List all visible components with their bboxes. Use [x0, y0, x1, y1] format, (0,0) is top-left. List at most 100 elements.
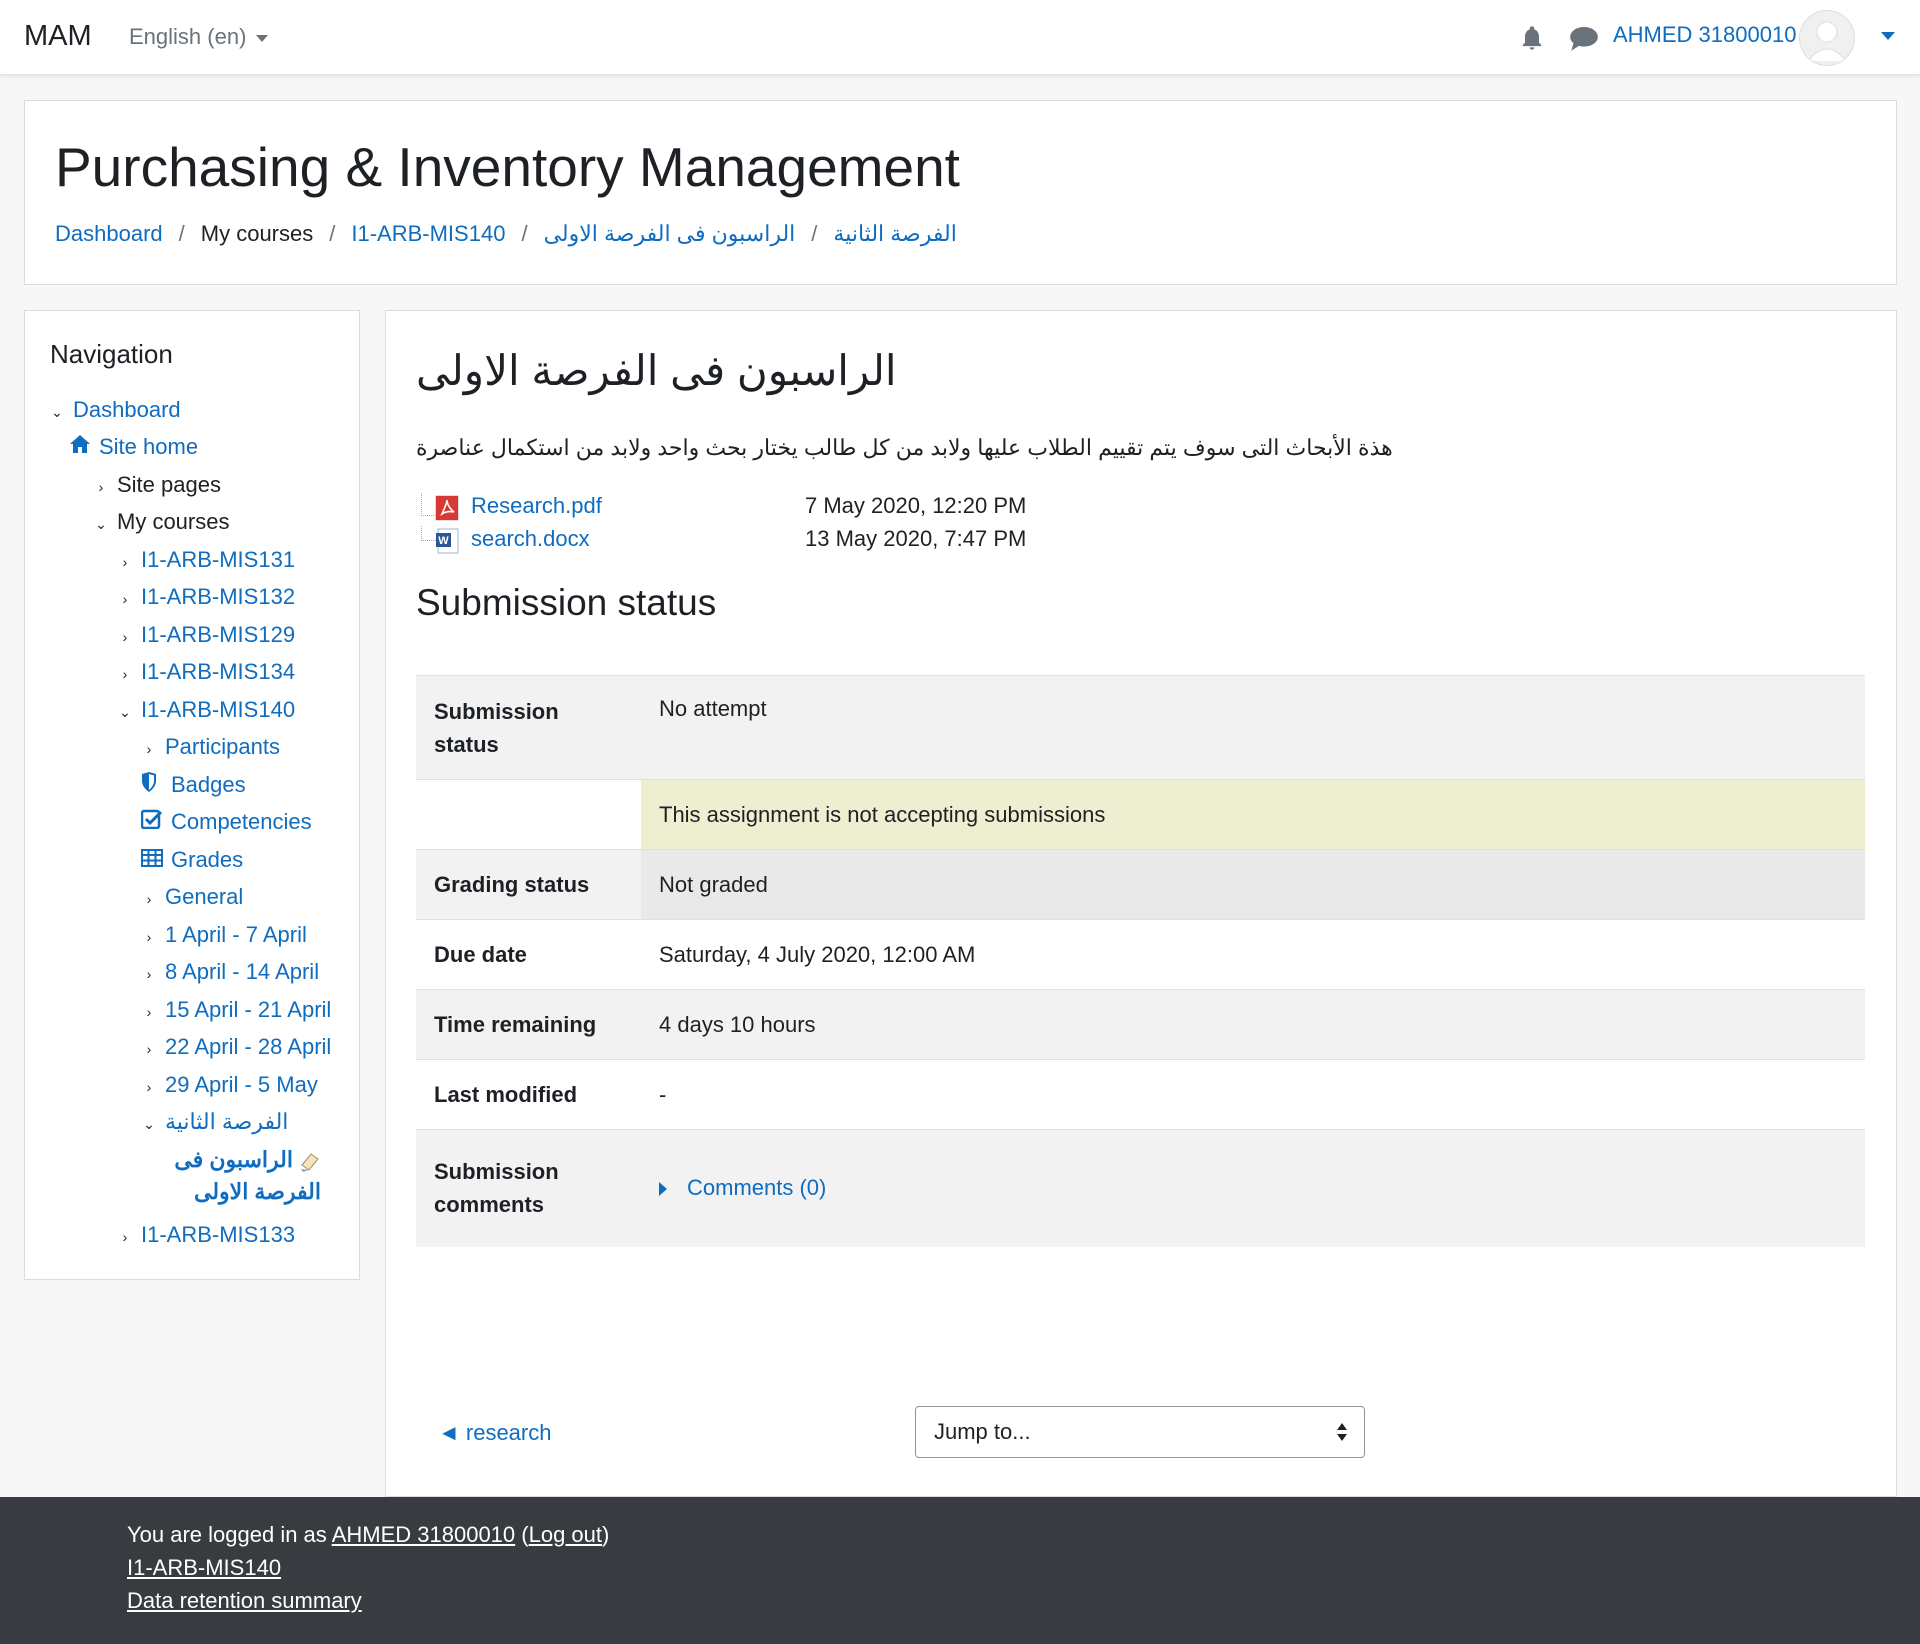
chevron-right-icon: ›	[146, 1079, 152, 1095]
not-accepting-notice: This assignment is not accepting submiss…	[641, 779, 1865, 850]
top-navbar: MAM English (en) AHMED 31800010	[0, 0, 1920, 75]
navigation-title: Navigation	[50, 339, 173, 369]
logout-link[interactable]: Log out	[529, 1522, 602, 1547]
chevron-right-icon: ›	[122, 629, 128, 645]
table-row: Due date Saturday, 4 July 2020, 12:00 AM	[416, 919, 1865, 990]
chevron-right-icon: ›	[146, 929, 152, 945]
chevron-right-icon: ›	[98, 479, 104, 495]
row-value: No attempt	[641, 675, 1865, 780]
nav-item-section-current[interactable]: ⌄ الفرصة الثانية	[141, 1107, 288, 1137]
user-menu-chevron-icon[interactable]	[1881, 32, 1895, 40]
caret-right-icon	[659, 1182, 667, 1197]
row-label: Last modified	[416, 1059, 641, 1130]
page-header: Purchasing & Inventory Management Dashbo…	[24, 100, 1897, 285]
user-avatar[interactable]	[1799, 10, 1855, 66]
nav-item-course-current[interactable]: ⌄ I1-ARB-MIS140	[117, 695, 295, 725]
nav-item-course[interactable]: › I1-ARB-MIS132	[117, 582, 295, 612]
jump-to-select[interactable]: Jump to...	[915, 1406, 1365, 1458]
bell-icon[interactable]	[1518, 24, 1546, 52]
nav-item-grades[interactable]: Grades	[141, 845, 243, 875]
comments-cell: Comments (0)	[641, 1129, 1865, 1247]
file-link-research-pdf[interactable]: Research.pdf	[471, 493, 602, 519]
svg-text:W: W	[438, 535, 449, 547]
table-row: Grading status Not graded	[416, 849, 1865, 920]
messages-icon[interactable]	[1569, 24, 1599, 52]
table-row: Last modified -	[416, 1059, 1865, 1130]
page-title: Purchasing & Inventory Management	[55, 136, 960, 198]
footer-user-link[interactable]: AHMED 31800010	[332, 1522, 515, 1547]
nav-item-competencies[interactable]: Competencies	[140, 807, 312, 837]
file-date: 7 May 2020, 12:20 PM	[805, 493, 1027, 518]
chevron-right-icon: ›	[122, 554, 128, 570]
navigation-block: Navigation ⌄ Dashboard Site home › Site pa…	[24, 310, 360, 1280]
chevron-right-icon: ›	[146, 891, 152, 907]
file-link-search-docx[interactable]: search.docx	[471, 526, 590, 552]
table-icon	[141, 845, 165, 875]
chevron-right-icon: ›	[146, 966, 152, 982]
nav-item-site-pages[interactable]: › Site pages	[93, 470, 221, 500]
user-name-link[interactable]: AHMED 31800010	[1613, 22, 1796, 48]
pdf-icon	[435, 495, 459, 521]
nav-item-course[interactable]: › I1-ARB-MIS131	[117, 545, 295, 575]
select-arrows-icon	[1337, 1423, 1347, 1441]
nav-item-site-home[interactable]: Site home	[69, 432, 198, 462]
site-brand[interactable]: MAM	[24, 20, 92, 53]
nav-item-activity-current[interactable]: الراسبون فى الفرصة الاولى	[141, 1144, 321, 1210]
nav-item-dashboard[interactable]: ⌄ Dashboard	[49, 395, 181, 425]
page-footer: You are logged in as AHMED 31800010 (Log…	[0, 1497, 1920, 1644]
home-icon	[69, 432, 93, 462]
nav-item-course[interactable]: › I1-ARB-MIS134	[117, 657, 295, 687]
nav-item-my-courses[interactable]: ⌄ My courses	[93, 507, 229, 537]
nav-item-section[interactable]: › 22 April - 28 April	[141, 1032, 332, 1062]
shield-icon	[141, 770, 165, 800]
row-label: Grading status	[416, 849, 641, 920]
breadcrumb-course[interactable]: I1-ARB-MIS140	[351, 221, 505, 246]
nav-item-section[interactable]: › 29 April - 5 May	[141, 1070, 318, 1100]
avatar-icon	[1807, 21, 1847, 62]
submission-status-heading: Submission status	[416, 582, 717, 623]
breadcrumb-dashboard[interactable]: Dashboard	[55, 221, 163, 246]
breadcrumb: Dashboard / My courses / I1-ARB-MIS140/الفرص…	[55, 221, 957, 246]
nav-item-participants[interactable]: › Participants	[141, 732, 280, 762]
nav-item-course[interactable]: › I1-ARB-MIS129	[117, 620, 295, 650]
row-label: Submission status	[416, 675, 641, 780]
nav-item-section[interactable]: › 1 April - 7 April	[141, 920, 307, 950]
file-item: W search.docx 13 May 2020, 7:47 PM	[421, 526, 1221, 559]
footer-retention-line: Data retention summary	[127, 1588, 362, 1614]
word-icon: W	[436, 528, 459, 554]
breadcrumb-my-courses: My courses	[200, 221, 314, 246]
chevron-down-icon: ⌄	[51, 404, 63, 420]
breadcrumb-section[interactable]: الفرصة الثانية	[833, 221, 956, 246]
nav-item-section[interactable]: › General	[141, 882, 244, 912]
file-tree: Research.pdf 7 May 2020, 12:20 PM W sear…	[421, 493, 1221, 559]
comments-toggle[interactable]: Comments (0)	[659, 1175, 826, 1200]
footer-course-line: I1-ARB-MIS140	[127, 1555, 281, 1581]
activity-intro: هذة الأبحاث التى سوف يتم تقييم الطلاب عل…	[416, 435, 1393, 460]
file-date: 13 May 2020, 7:47 PM	[805, 526, 1027, 551]
chevron-right-icon: ›	[122, 1229, 128, 1245]
row-label: Time remaining	[416, 989, 641, 1060]
jump-to-label: Jump to...	[934, 1419, 1031, 1444]
file-item: Research.pdf 7 May 2020, 12:20 PM	[421, 493, 1221, 526]
chevron-down-icon: ⌄	[119, 704, 131, 720]
checkbox-icon	[140, 807, 165, 837]
nav-item-course[interactable]: › I1-ARB-MIS133	[117, 1220, 295, 1250]
data-retention-link[interactable]: Data retention summary	[127, 1588, 362, 1613]
table-row: This assignment is not accepting submiss…	[416, 779, 1865, 850]
table-row: Submission status No attempt	[416, 675, 1865, 780]
login-info: You are logged in as AHMED 31800010 (Log…	[127, 1522, 610, 1547]
nav-item-section[interactable]: › 8 April - 14 April	[141, 957, 319, 987]
previous-activity-link[interactable]: ◄ research	[438, 1420, 551, 1446]
breadcrumb-activity[interactable]: الراسبون فى الفرصة الاولى	[544, 221, 796, 246]
footer-course-link[interactable]: I1-ARB-MIS140	[127, 1555, 281, 1580]
nav-item-badges[interactable]: Badges	[141, 770, 246, 800]
table-row: Time remaining 4 days 10 hours	[416, 989, 1865, 1060]
last-modified-value: -	[641, 1059, 1865, 1130]
main-content: الراسبون فى الفرصة الاولى هذة الأبحاث ال…	[385, 310, 1897, 1497]
language-menu[interactable]: English (en)	[129, 24, 269, 50]
assignment-icon	[299, 1150, 321, 1173]
chevron-right-icon: ›	[146, 1004, 152, 1020]
chevron-down-icon: ⌄	[95, 516, 107, 532]
nav-item-section[interactable]: › 15 April - 21 April	[141, 995, 332, 1025]
chevron-down-icon	[256, 34, 269, 42]
